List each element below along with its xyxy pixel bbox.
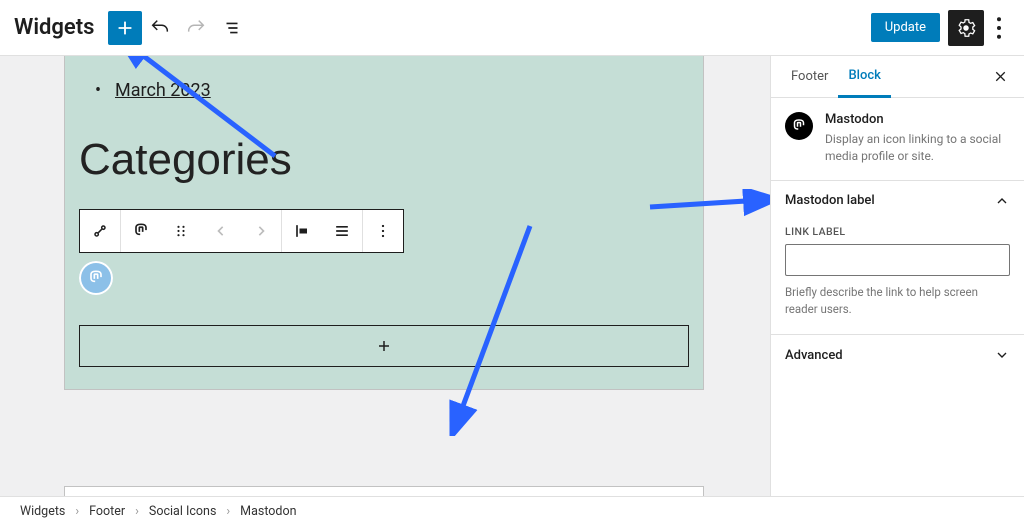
crumb-mastodon[interactable]: Mastodon bbox=[236, 504, 300, 519]
move-left-button[interactable] bbox=[201, 210, 241, 252]
move-right-button[interactable] bbox=[241, 210, 281, 252]
panel-toggle-label[interactable]: Mastodon label bbox=[771, 181, 1024, 221]
close-sidebar-button[interactable] bbox=[986, 63, 1014, 91]
drag-handle[interactable] bbox=[161, 210, 201, 252]
chevron-right-icon: › bbox=[129, 504, 145, 519]
inactive-widgets-panel[interactable]: Inactive widgets bbox=[64, 486, 704, 496]
mastodon-icon bbox=[785, 112, 813, 140]
crumb-widgets[interactable]: Widgets bbox=[16, 504, 69, 519]
advanced-panel: Advanced bbox=[771, 334, 1024, 375]
crumb-social-icons[interactable]: Social Icons bbox=[145, 504, 221, 519]
block-card-description: Display an icon linking to a social medi… bbox=[825, 131, 1010, 166]
chevron-up-icon bbox=[994, 193, 1010, 209]
panel-toggle-advanced[interactable]: Advanced bbox=[771, 335, 1024, 375]
link-label-field-label: Link Label bbox=[785, 225, 1010, 238]
list-view-button[interactable] bbox=[214, 10, 250, 46]
link-label-input[interactable] bbox=[785, 244, 1010, 276]
footer-widget-area[interactable]: March 2023 Categories bbox=[64, 56, 704, 390]
crumb-footer[interactable]: Footer bbox=[85, 504, 129, 519]
settings-sidebar: Footer Block Mastodon Display an icon li… bbox=[770, 56, 1024, 496]
add-block-button[interactable] bbox=[108, 11, 142, 45]
archive-link[interactable]: March 2023 bbox=[115, 80, 703, 101]
page-title: Widgets bbox=[14, 15, 94, 40]
chevron-down-icon bbox=[994, 347, 1010, 363]
editor-canvas: March 2023 Categories bbox=[0, 56, 770, 496]
panel-title: Advanced bbox=[785, 348, 843, 363]
update-button[interactable]: Update bbox=[871, 13, 940, 42]
more-options-button[interactable] bbox=[984, 10, 1014, 46]
block-more-button[interactable] bbox=[363, 210, 403, 252]
chevron-right-icon: › bbox=[69, 504, 85, 519]
align-button[interactable] bbox=[282, 210, 322, 252]
chevron-right-icon: › bbox=[220, 504, 236, 519]
top-toolbar: Widgets Update bbox=[0, 0, 1024, 56]
block-toolbar bbox=[79, 209, 404, 253]
justify-button[interactable] bbox=[322, 210, 362, 252]
field-help-text: Briefly describe the link to help screen… bbox=[785, 284, 1010, 319]
mastodon-social-icon[interactable] bbox=[79, 261, 113, 295]
redo-button[interactable] bbox=[178, 10, 214, 46]
mastodon-block-button[interactable] bbox=[121, 210, 161, 252]
block-appender[interactable] bbox=[79, 325, 689, 367]
panel-title: Mastodon label bbox=[785, 193, 875, 208]
categories-heading[interactable]: Categories bbox=[79, 135, 703, 185]
tab-footer[interactable]: Footer bbox=[781, 56, 838, 98]
block-card: Mastodon Display an icon linking to a so… bbox=[771, 98, 1024, 180]
tab-block[interactable]: Block bbox=[838, 56, 890, 98]
undo-button[interactable] bbox=[142, 10, 178, 46]
parent-block-button[interactable] bbox=[80, 210, 120, 252]
mastodon-label-panel: Mastodon label Link Label Briefly descri… bbox=[771, 180, 1024, 335]
breadcrumb: Widgets › Footer › Social Icons › Mastod… bbox=[0, 496, 1024, 525]
settings-button[interactable] bbox=[948, 10, 984, 46]
block-card-title: Mastodon bbox=[825, 112, 1010, 127]
